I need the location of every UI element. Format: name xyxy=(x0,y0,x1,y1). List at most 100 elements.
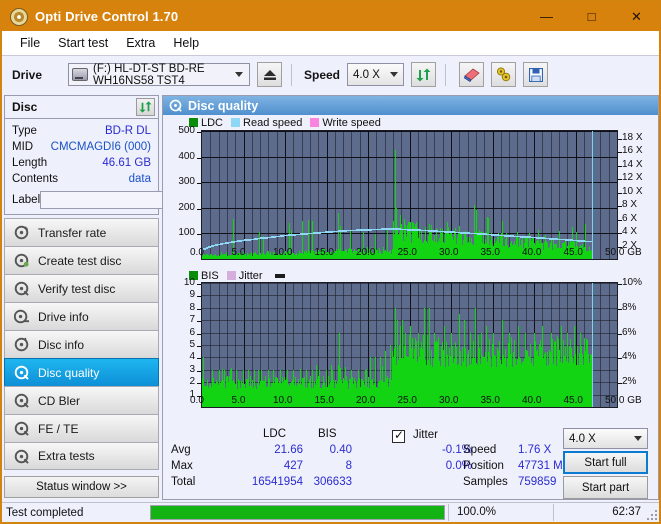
x-tick-label: 25.0 xyxy=(397,247,417,258)
y-tick-mark xyxy=(197,234,201,235)
sidebar-item-label: Verify test disc xyxy=(38,281,116,296)
legend-swatch xyxy=(231,118,241,127)
page-title: Disc quality xyxy=(188,98,259,113)
menu-help[interactable]: Help xyxy=(164,34,208,52)
speed-select[interactable]: 4.0 X xyxy=(347,63,405,86)
tools-button[interactable] xyxy=(491,62,517,87)
grid-line xyxy=(277,131,278,259)
y2-tick-mark xyxy=(618,179,622,180)
y2-tick-label: 18 X xyxy=(622,131,643,143)
y-tick-label: 3 xyxy=(189,363,195,375)
disc-extra-icon xyxy=(13,449,30,464)
grid-line xyxy=(327,131,328,259)
jitter-marker-icon xyxy=(274,273,285,278)
close-button[interactable]: ✕ xyxy=(614,2,659,31)
sidebar-item-extra-tests[interactable]: Extra tests xyxy=(4,442,159,470)
sidebar-item-label: CD Bler xyxy=(38,393,81,408)
y-tick-label: 100 xyxy=(178,227,195,239)
drive-select[interactable]: (F:) HL-DT-ST BD-RE WH16NS58 TST4 xyxy=(68,62,250,87)
grid-line xyxy=(534,131,535,259)
eject-button[interactable] xyxy=(257,62,282,87)
refresh-icon xyxy=(139,101,152,113)
y2-tick-label: 4% xyxy=(622,351,637,363)
y2-tick-mark xyxy=(618,383,622,384)
test-speed-select[interactable]: 4.0 X xyxy=(563,428,648,449)
stats-total-bis: 306633 xyxy=(313,476,352,488)
y2-tick-mark xyxy=(618,193,622,194)
legend-read-speed: Read speed xyxy=(231,117,302,129)
x-tick-label: 50.0 GB xyxy=(605,247,642,258)
disc-refresh-button[interactable] xyxy=(136,98,155,116)
y-tick-mark xyxy=(197,132,201,133)
y-tick-label: 2 xyxy=(189,376,195,388)
disc-value-type: BD-R DL xyxy=(104,125,151,137)
drive-label: Drive xyxy=(12,67,43,82)
sidebar-item-label: Disc info xyxy=(38,337,85,352)
sidebar-item-transfer-rate[interactable]: Transfer rate xyxy=(4,218,159,246)
drive-select-value: (F:) HL-DT-ST BD-RE WH16NS58 TST4 xyxy=(93,62,205,87)
window-title: Opti Drive Control 1.70 xyxy=(35,9,179,24)
start-part-button[interactable]: Start part xyxy=(563,476,648,499)
stats-avg-bis: 0.40 xyxy=(329,444,352,456)
status-message: Test completed xyxy=(6,506,84,519)
sidebar-item-create-test-disc[interactable]: Create test disc xyxy=(4,246,159,274)
sidebar-item-disc-info[interactable]: Disc info xyxy=(4,330,159,358)
drive-icon xyxy=(72,68,88,81)
save-button[interactable] xyxy=(523,62,549,87)
sidebar-item-fe-te[interactable]: FE / TE xyxy=(4,414,159,442)
legend-write-speed: Write speed xyxy=(310,117,381,129)
sidebar-item-disc-quality[interactable]: Disc quality xyxy=(4,358,159,386)
refresh-button[interactable] xyxy=(411,62,437,87)
grid-line xyxy=(609,131,610,259)
sidebar-item-drive-info[interactable]: Drive info xyxy=(4,302,159,330)
y-tick-label: 400 xyxy=(178,150,195,162)
sidebar-item-label: Create test disc xyxy=(38,253,122,268)
legend-label: Read speed xyxy=(243,116,303,129)
disc-label-row: Label xyxy=(12,190,210,209)
y2-tick-label: 12 X xyxy=(622,172,643,184)
disc-row-contents: Contents data xyxy=(12,171,151,187)
minimize-button[interactable]: — xyxy=(524,2,569,31)
app-window: Opti Drive Control 1.70 — □ ✕ File Start… xyxy=(0,0,661,524)
y2-tick-label: 14 X xyxy=(622,158,643,170)
erase-button[interactable] xyxy=(459,62,485,87)
sidebar-item-cd-bler[interactable]: CD Bler xyxy=(4,386,159,414)
sidebar-item-label: Drive info xyxy=(38,309,89,324)
x-tick-label: 45.0 xyxy=(563,395,583,406)
disc-key-contents: Contents xyxy=(12,173,59,185)
grid-line xyxy=(385,131,386,259)
disc-row-mid: MID CMCMAGDI6 (000) xyxy=(12,139,151,155)
start-full-button[interactable]: Start full xyxy=(563,451,648,474)
jitter-checkbox[interactable] xyxy=(392,428,405,443)
sidebar-item-verify-test-disc[interactable]: Verify test disc xyxy=(4,274,159,302)
disc-quality-panel: Disc quality LDC Read speed Write speed … xyxy=(162,95,659,500)
status-window-button[interactable]: Status window >> xyxy=(4,476,159,498)
x-tick-label: 40.0 xyxy=(522,395,542,406)
bis-chart[interactable]: 1 2 3 4 5 6 7 8 9 10 2% 4% 6% 8% 10% xyxy=(163,277,658,408)
x-tick-label: 10.0 xyxy=(273,247,293,258)
y-tick-mark xyxy=(197,209,201,210)
disc-value-mid[interactable]: CMCMAGDI6 (000) xyxy=(51,141,151,153)
menu-extra[interactable]: Extra xyxy=(117,34,164,52)
y-tick-label: 7 xyxy=(189,314,195,326)
disc-icon xyxy=(10,7,28,26)
y-tick-mark xyxy=(197,158,201,159)
menu-start-test[interactable]: Start test xyxy=(49,34,117,52)
grid-line xyxy=(426,131,427,259)
menu-file[interactable]: File xyxy=(11,34,49,52)
disc-key-length: Length xyxy=(12,157,48,169)
y2-tick-label: 8% xyxy=(622,301,637,313)
x-tick-label: 30.0 xyxy=(439,395,459,406)
y-tick-label: 5 xyxy=(189,339,195,350)
y2-tick-mark xyxy=(618,284,622,285)
sidebar-item-label: Transfer rate xyxy=(38,225,107,240)
ldc-chart-xaxis: 0.0 5.0 10.0 15.0 20.0 25.0 30.0 35.0 40.0 45.0 50… xyxy=(163,246,658,262)
speed-select-value: 4.0 X xyxy=(353,68,380,81)
speed-value: 1.76 X xyxy=(518,444,552,456)
disc-drive-icon xyxy=(13,309,30,324)
resize-grip[interactable] xyxy=(645,508,657,520)
ldc-chart[interactable]: 100 200 300 400 500 2 X4 X6 X8 X 10 X 12 X 14 X1… xyxy=(163,125,658,260)
disc-value-contents[interactable]: data xyxy=(129,173,151,185)
maximize-button[interactable]: □ xyxy=(569,2,614,31)
disc-panel-header: Disc xyxy=(4,95,159,118)
